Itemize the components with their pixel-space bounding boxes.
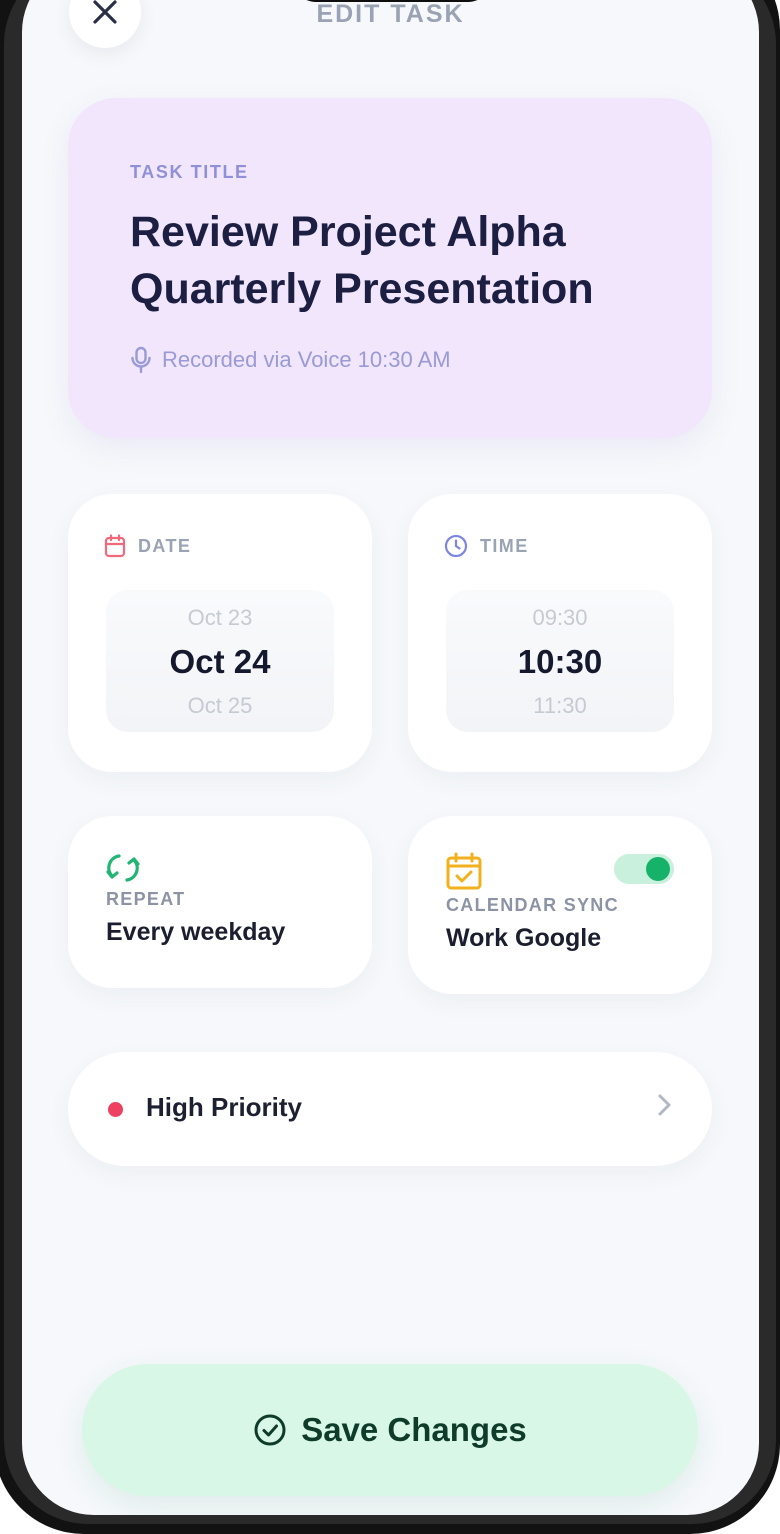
date-header: DATE <box>104 534 191 558</box>
repeat-content: REPEAT Every weekday <box>106 852 285 947</box>
repeat-value: Every weekday <box>106 918 286 946</box>
date-label: DATE <box>138 535 192 556</box>
repeat-card[interactable]: REPEAT Every weekday <box>68 816 372 988</box>
task-title-text[interactable]: Review Project Alpha Quarterly Presentat… <box>130 204 690 318</box>
microphone-icon <box>131 346 151 374</box>
time-next[interactable]: 11:30 <box>446 692 674 720</box>
edit-task-screen: EDIT TASK TASK TITLE Review Project Alph… <box>22 0 759 1515</box>
calendar-icon <box>104 534 126 558</box>
time-label: TIME <box>480 535 529 556</box>
calendar-sync-card[interactable]: CALENDAR SYNC Work Google <box>408 816 712 994</box>
time-selected[interactable]: 10:30 <box>446 640 674 684</box>
calendar-check-icon <box>446 852 482 890</box>
priority-row[interactable]: High Priority <box>68 1052 712 1166</box>
task-title-label: TASK TITLE <box>130 162 249 182</box>
toggle-knob <box>646 857 670 881</box>
clock-icon <box>444 534 468 558</box>
voice-note-text: Recorded via Voice 10:30 AM <box>162 347 451 372</box>
calendar-sync-content: CALENDAR SYNC Work Google <box>446 852 619 953</box>
chevron-right-icon <box>658 1094 671 1116</box>
date-card[interactable]: DATE Oct 23 Oct 24 Oct 25 <box>68 494 372 772</box>
calendar-sync-toggle[interactable] <box>614 854 674 884</box>
time-header: TIME <box>444 534 529 558</box>
time-prev[interactable]: 09:30 <box>446 590 674 632</box>
priority-dot <box>108 1102 123 1117</box>
repeat-label: REPEAT <box>106 889 186 909</box>
date-next[interactable]: Oct 25 <box>106 692 334 720</box>
page-title: EDIT TASK <box>316 0 465 28</box>
time-card[interactable]: TIME 09:30 10:30 11:30 <box>408 494 712 772</box>
voice-note: Recorded via Voice 10:30 AM <box>130 346 451 374</box>
task-title-card[interactable]: TASK TITLE Review Project Alpha Quarterl… <box>68 98 712 438</box>
save-changes-button[interactable]: Save Changes <box>82 1364 698 1496</box>
calendar-sync-label: CALENDAR SYNC <box>446 895 619 915</box>
date-prev[interactable]: Oct 23 <box>106 590 334 632</box>
check-circle-icon <box>254 1414 286 1446</box>
date-picker-wheel[interactable]: Oct 23 Oct 24 Oct 25 <box>106 590 334 732</box>
repeat-icon <box>106 854 140 882</box>
calendar-sync-value: Work Google <box>446 924 602 952</box>
save-changes-label: Save Changes <box>301 1411 527 1448</box>
priority-label: High Priority <box>146 1092 303 1122</box>
time-picker-wheel[interactable]: 09:30 10:30 11:30 <box>446 590 674 732</box>
date-selected[interactable]: Oct 24 <box>106 640 334 684</box>
